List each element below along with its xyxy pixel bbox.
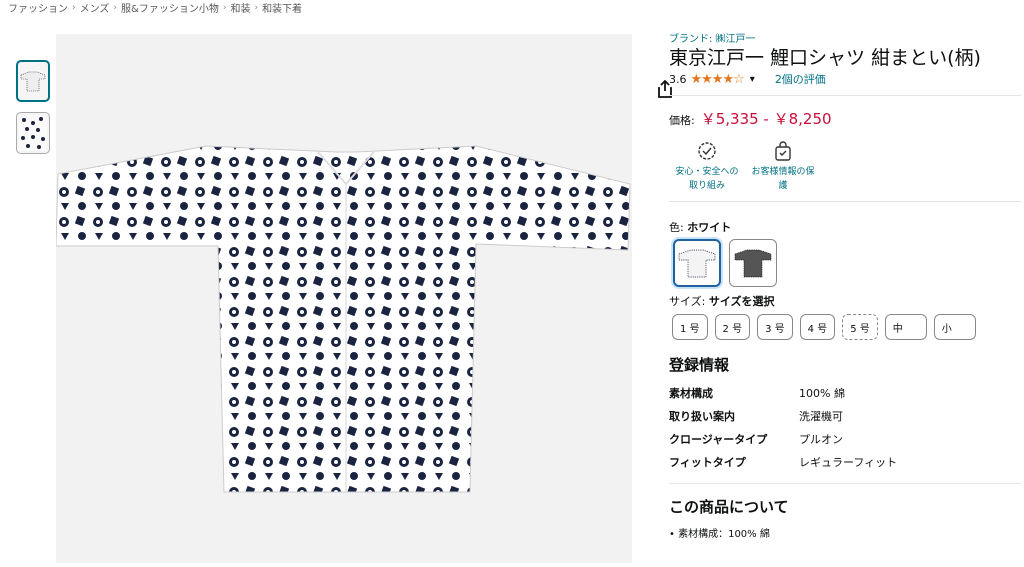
chevron-right-icon: › [72, 2, 76, 13]
shirt-navy-icon [734, 249, 772, 278]
size-value: サイズを選択 [708, 295, 775, 308]
color-label-text: 色: [669, 221, 684, 234]
spec-key: フィットタイプ [669, 455, 746, 469]
product-title: 東京江戸一 鯉口シャツ 紺まとい(柄) [669, 47, 981, 69]
price-label: 価格: [669, 114, 695, 127]
color-value: ホワイト [687, 221, 732, 234]
thumbnail-white[interactable] [16, 60, 50, 102]
safety-badge[interactable]: 安心・安全への 取り組み [669, 137, 745, 193]
lock-bag-icon [745, 137, 821, 165]
brand-link[interactable]: ブランド: ㈱江戸一 [669, 30, 1021, 45]
chevron-right-icon: › [254, 2, 259, 13]
shirt-image [55, 145, 631, 493]
pattern-icon [19, 115, 47, 151]
breadcrumb-item[interactable]: メンズ [80, 0, 110, 15]
size-label-text: サイズ: [669, 295, 706, 308]
price-value: ￥5,335 - ￥8,250 [700, 110, 832, 128]
size-option-medium[interactable]: 中 [884, 314, 927, 340]
trust-badges: 安心・安全への 取り組み お客様情報の保 護 [669, 137, 1021, 193]
breadcrumb-item[interactable]: 和装下着 [262, 0, 302, 15]
spec-row: クロージャータイプ プルオン [669, 427, 1021, 450]
registration-title: 登録情報 [669, 356, 730, 374]
swatch-white[interactable] [673, 239, 721, 287]
badge-text: 安心・安全への [675, 167, 739, 177]
product-info: ブランド: ㈱江戸一 東京江戸一 鯉口シャツ 紺まとい(柄) 3.6 ★★★★☆… [669, 30, 1021, 540]
divider [669, 483, 1021, 484]
spec-value: 洗濯機可 [799, 409, 843, 423]
chevron-right-icon: › [113, 2, 118, 13]
size-option-5[interactable]: 5 号 [842, 314, 878, 340]
size-option-4[interactable]: 4 号 [799, 314, 836, 340]
spec-row: フィットタイプ レギュラーフィット [669, 450, 1021, 473]
spec-value: プルオン [799, 432, 843, 446]
divider [669, 201, 1021, 202]
divider [669, 95, 1021, 96]
badge-text: 護 [778, 181, 788, 191]
breadcrumb-item[interactable]: 服&ファッション小物 [121, 0, 219, 15]
breadcrumb-item[interactable]: 和装 [230, 0, 250, 15]
size-option-3[interactable]: 3 号 [757, 314, 793, 340]
price-row: 価格: ￥5,335 - ￥8,250 [669, 108, 1021, 129]
spec-value: 100% 綿 [799, 386, 845, 400]
star-rating-icon[interactable]: ★★★★☆ [691, 72, 745, 87]
shield-check-icon [669, 137, 745, 165]
rating-value: 3.6 [669, 72, 687, 86]
rating-row: 3.6 ★★★★☆ ▾ 2個の評価 [669, 71, 1021, 87]
about-bullet: • 素材構成：100% 綿 [669, 529, 770, 540]
size-options: 1 号 2 号 3 号 4 号 5 号 中 小 [672, 314, 1021, 340]
spec-row: 取り扱い案内 洗濯機可 [669, 404, 1021, 427]
badge-text: 取り組み [688, 181, 725, 191]
chevron-down-icon[interactable]: ▾ [750, 74, 755, 85]
about-bullet-text: 素材構成：100% 綿 [678, 529, 770, 540]
spec-value: レギュラーフィット [799, 455, 898, 469]
thumbnail-pattern[interactable] [16, 112, 50, 154]
size-label: サイズ: サイズを選択 [669, 293, 1021, 309]
privacy-badge[interactable]: お客様情報の保 護 [745, 137, 821, 193]
shirt-icon [20, 71, 46, 92]
spec-table: 素材構成 100% 綿 取り扱い案内 洗濯機可 クロージャータイプ プルオン フィット… [669, 381, 1021, 473]
swatch-navy[interactable] [729, 239, 777, 287]
thumbnail-list [16, 60, 50, 164]
breadcrumb-item[interactable]: ファッション [8, 0, 68, 15]
badge-text: お客様情報の保 [751, 167, 815, 177]
reviews-link[interactable]: 2個の評価 [775, 71, 826, 87]
product-main-image[interactable] [55, 34, 672, 563]
size-option-small[interactable]: 小 [933, 314, 976, 340]
spec-key: 素材構成 [669, 386, 713, 400]
color-swatches [673, 239, 1021, 287]
size-option-2[interactable]: 2 号 [714, 314, 751, 340]
spec-key: クロージャータイプ [669, 432, 768, 446]
color-label: 色: ホワイト [669, 219, 1021, 235]
breadcrumb: ファッション › メンズ › 服&ファッション小物 › 和装 › 和装下着 [8, 0, 302, 16]
shirt-white-icon [678, 249, 716, 278]
chevron-right-icon: › [222, 2, 227, 13]
spec-key: 取り扱い案内 [669, 409, 735, 423]
spec-row: 素材構成 100% 綿 [669, 381, 1021, 404]
size-option-1[interactable]: 1 号 [672, 314, 708, 340]
about-title: この商品について [669, 498, 789, 516]
